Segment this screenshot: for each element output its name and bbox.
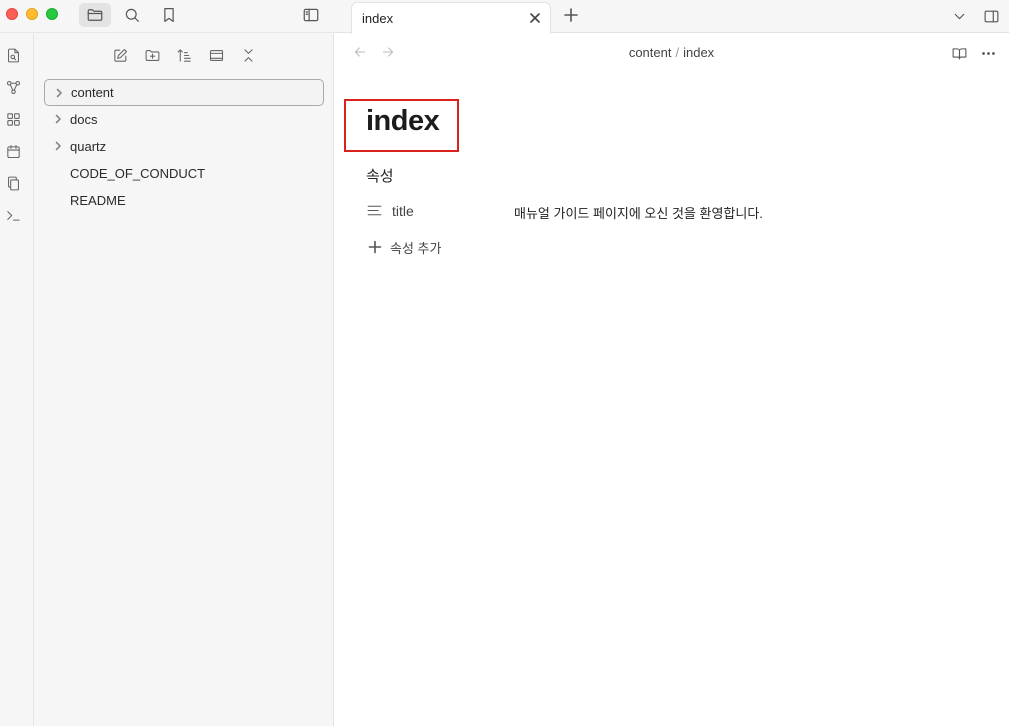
- plus-icon: [368, 240, 382, 254]
- property-row: title 매뉴얼 가이드 페이지에 오신 것을 환영합니다.: [366, 200, 986, 222]
- note-title[interactable]: index: [366, 105, 440, 138]
- book-open-icon: [952, 47, 966, 59]
- tab-list-dropdown[interactable]: [949, 6, 969, 26]
- text-lines-icon[interactable]: [366, 202, 384, 220]
- plus-icon: [564, 8, 578, 22]
- chevron-right-icon: [52, 113, 64, 125]
- chevron-down-icon: [954, 13, 964, 19]
- toggle-left-sidebar-button[interactable]: [295, 3, 327, 27]
- new-folder-button[interactable]: [141, 44, 163, 66]
- close-tab-button[interactable]: [528, 11, 542, 25]
- breadcrumb-separator: /: [675, 45, 680, 60]
- edit-icon: [113, 48, 127, 62]
- breadcrumb-file[interactable]: index: [683, 45, 714, 60]
- files-tab-button[interactable]: [79, 3, 111, 27]
- minimize-window-button[interactable]: [26, 8, 38, 20]
- ribbon-command-palette[interactable]: [2, 204, 24, 226]
- bookmarks-tab-button[interactable]: [153, 3, 185, 27]
- search-tab-button[interactable]: [116, 3, 148, 27]
- grid-icon: [6, 112, 20, 126]
- calendar-icon: [6, 144, 20, 158]
- left-pane: content docs quartz CODE_OF_CONDUCT READ…: [0, 0, 334, 726]
- tree-item-label: quartz: [70, 139, 107, 154]
- tree-item-label: README: [70, 193, 126, 208]
- property-key[interactable]: title: [392, 203, 414, 219]
- ribbon-templates[interactable]: [2, 172, 24, 194]
- folder-icon: [87, 9, 103, 21]
- tab-index[interactable]: index: [351, 2, 551, 34]
- window-icon: [209, 49, 223, 61]
- copy-icon: [7, 176, 19, 190]
- sort-icon: [177, 48, 191, 62]
- graph-icon: [6, 80, 20, 94]
- ribbon-graph-view[interactable]: [2, 76, 24, 98]
- ribbon: [0, 34, 34, 726]
- sidebar-right-icon: [984, 10, 998, 22]
- tree-file-code-of-conduct[interactable]: CODE_OF_CONDUCT: [44, 160, 324, 187]
- tab-bar: index: [334, 0, 1009, 34]
- reading-view-button[interactable]: [949, 43, 969, 63]
- tree-folder-content[interactable]: content: [44, 79, 324, 106]
- new-tab-button[interactable]: [562, 6, 580, 24]
- tree-folder-docs[interactable]: docs: [44, 106, 324, 133]
- tab-title: index: [362, 11, 394, 26]
- explorer-toolbar: [34, 34, 334, 74]
- ribbon-daily-note[interactable]: [2, 140, 24, 162]
- sidebar-left-icon: [303, 8, 319, 22]
- ribbon-open-switcher[interactable]: [2, 44, 24, 66]
- tree-file-readme[interactable]: README: [44, 187, 324, 214]
- property-value[interactable]: 매뉴얼 가이드 페이지에 오신 것을 환영합니다.: [514, 203, 763, 222]
- close-icon: [530, 13, 540, 23]
- properties-heading[interactable]: 속성: [366, 165, 394, 186]
- new-note-button[interactable]: [109, 44, 131, 66]
- bookmark-icon: [164, 8, 174, 22]
- chevron-right-icon: [52, 140, 64, 152]
- add-property-label: 속성 추가: [390, 240, 442, 256]
- collapse-icon: [243, 48, 253, 62]
- breadcrumb: content / index: [334, 45, 1009, 60]
- more-options-button[interactable]: [978, 43, 998, 63]
- ribbon-canvas[interactable]: [2, 108, 24, 130]
- collapse-all-button[interactable]: [237, 44, 259, 66]
- auto-reveal-button[interactable]: [205, 44, 227, 66]
- tree-item-label: docs: [70, 112, 98, 127]
- search-icon: [125, 8, 139, 22]
- more-horizontal-icon: [981, 51, 995, 55]
- file-search-icon: [7, 48, 19, 62]
- tree-item-label: CODE_OF_CONDUCT: [70, 166, 206, 181]
- chevron-right-icon: [53, 87, 65, 99]
- left-titlebar: [0, 0, 334, 33]
- terminal-icon: [6, 210, 20, 221]
- tree-folder-quartz[interactable]: quartz: [44, 133, 324, 160]
- breadcrumb-folder[interactable]: content: [629, 45, 672, 60]
- sort-button[interactable]: [173, 44, 195, 66]
- add-property-button[interactable]: 속성 추가: [368, 237, 441, 257]
- zoom-window-button[interactable]: [46, 8, 58, 20]
- view-header: content / index: [334, 34, 1009, 72]
- close-window-button[interactable]: [6, 8, 18, 20]
- file-tree: content docs quartz CODE_OF_CONDUCT READ…: [44, 79, 324, 214]
- tree-item-label: content: [71, 85, 114, 100]
- toggle-right-sidebar-button[interactable]: [981, 6, 1001, 26]
- folder-plus-icon: [145, 49, 159, 61]
